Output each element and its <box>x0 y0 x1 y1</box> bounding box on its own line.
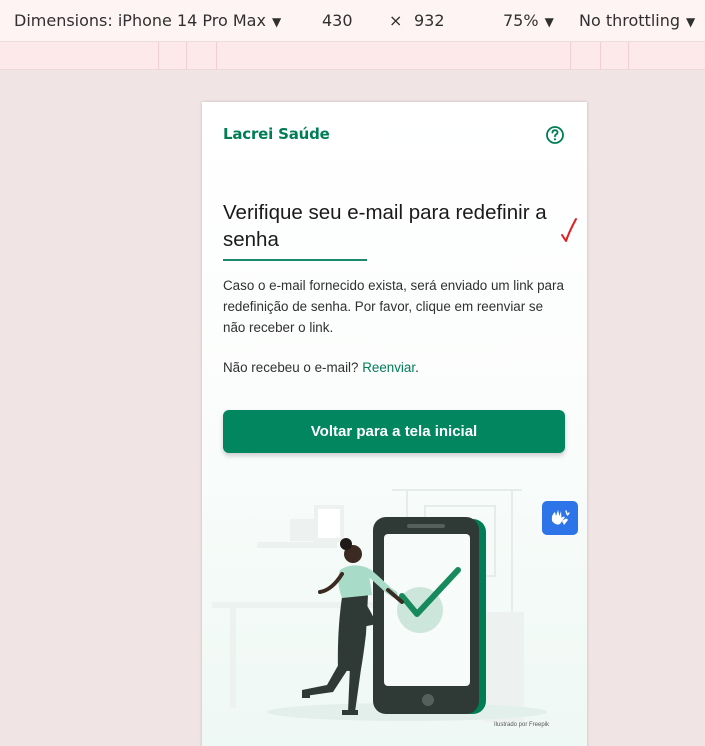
description-text: Caso o e-mail fornecido exista, será env… <box>223 278 564 335</box>
ruler-tick <box>628 42 629 70</box>
ruler-tick <box>216 42 217 70</box>
throttling-label: No throttling <box>579 11 681 30</box>
chevron-down-icon: ▼ <box>686 15 696 29</box>
zoom-label: 75% <box>503 11 539 30</box>
height-input[interactable]: 932 <box>414 11 445 30</box>
dimensions-label: Dimensions: iPhone 14 Pro Max <box>14 11 266 30</box>
resend-prompt: Não recebeu o e-mail? <box>223 360 363 375</box>
brand-logo[interactable]: Lacrei Saúde <box>223 125 330 143</box>
resend-link[interactable]: Reenviar <box>362 360 415 375</box>
chevron-down-icon: ▼ <box>271 15 282 29</box>
back-to-home-button[interactable]: Voltar para a tela inicial <box>223 410 565 453</box>
red-checkmark-icon <box>561 218 577 242</box>
question-circle-icon[interactable] <box>545 125 565 145</box>
illustration-credit: Ilustrado por Freepik <box>494 722 550 728</box>
resend-line: Não recebeu o e-mail? Reenviar. <box>223 360 419 375</box>
dimensions-dropdown[interactable]: Dimensions: iPhone 14 Pro Max ▼ <box>14 11 281 30</box>
throttling-dropdown[interactable]: No throttling ▼ <box>579 11 695 30</box>
accessibility-button[interactable] <box>542 501 578 535</box>
times-separator: × <box>389 11 403 30</box>
ruler-tick <box>186 42 187 70</box>
resend-period: . <box>415 360 419 375</box>
phone-viewport: Lacrei Saúde Verifique seu e-mail para r… <box>202 102 587 746</box>
page-title: Verifique seu e-mail para redefinir a se… <box>223 201 547 251</box>
phone-checkmark-illustration <box>212 489 547 722</box>
ruler-tick <box>600 42 601 70</box>
media-query-ruler[interactable] <box>0 42 705 70</box>
zoom-dropdown[interactable]: 75% ▼ <box>503 11 554 30</box>
devtools-device-toolbar: Dimensions: iPhone 14 Pro Max ▼ 430 × 932… <box>0 0 705 42</box>
ruler-tick <box>570 42 571 70</box>
sign-language-hands-icon <box>551 510 570 525</box>
title-underline <box>223 259 367 261</box>
ruler-tick <box>158 42 159 70</box>
width-input[interactable]: 430 <box>322 11 353 30</box>
chevron-down-icon: ▼ <box>544 15 554 29</box>
